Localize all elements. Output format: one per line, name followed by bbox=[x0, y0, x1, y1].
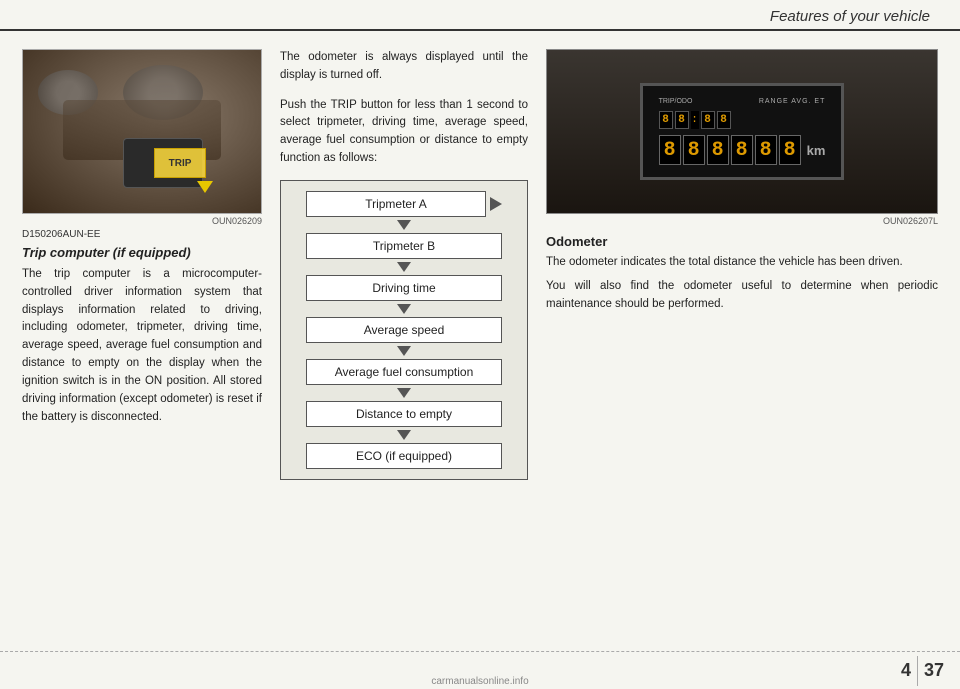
page-footer: carmanualsonline.info 4 37 bbox=[0, 651, 960, 689]
flow-item-driving-time: Driving time bbox=[306, 275, 502, 301]
flow-diagram: Tripmeter A Tripmeter B Driving time Ave… bbox=[280, 180, 528, 480]
trip-computer-body: The trip computer is a microcomputer-con… bbox=[22, 266, 262, 426]
odo-digit-4: 8 bbox=[731, 135, 753, 165]
right-column: TRIP/ODO RANGE AVG. ET 8 8 : 8 8 8 8 bbox=[546, 49, 938, 627]
car-dashboard: TRIP bbox=[23, 50, 261, 213]
flow-arrow-1 bbox=[397, 220, 411, 230]
odo-small-digits-row: 8 8 : 8 8 bbox=[659, 111, 826, 129]
flow-item-tripmeter-a: Tripmeter A bbox=[306, 191, 486, 217]
odo-small-digit-1: 8 bbox=[659, 111, 673, 129]
odo-caption: OUN026207L bbox=[546, 216, 938, 226]
flow-arrow-5 bbox=[397, 388, 411, 398]
trip-arrow bbox=[197, 181, 213, 193]
flow-item-tripmeter-b: Tripmeter B bbox=[306, 233, 502, 259]
odo-top-labels: TRIP/ODO RANGE AVG. ET bbox=[659, 98, 826, 105]
intro-text-1: The odometer is always displayed until t… bbox=[280, 49, 528, 85]
odo-small-digit-3: 8 bbox=[701, 111, 715, 129]
flow-arrow-2 bbox=[397, 262, 411, 272]
odo-label-trip: TRIP/ODO bbox=[659, 98, 693, 105]
flow-item-avg-fuel: Average fuel consumption bbox=[306, 359, 502, 385]
intro-text-2: Push the TRIP button for less than 1 sec… bbox=[280, 97, 528, 168]
flow-arrow-6 bbox=[397, 430, 411, 440]
chapter-number: 4 bbox=[901, 660, 911, 681]
odo-digit-3: 8 bbox=[707, 135, 729, 165]
flow-row-1: Tripmeter A bbox=[306, 191, 502, 217]
trip-computer-title: Trip computer (if equipped) bbox=[22, 245, 262, 260]
page-divider bbox=[917, 656, 918, 686]
odometer-title: Odometer bbox=[546, 234, 938, 249]
flow-item-average-speed: Average speed bbox=[306, 317, 502, 343]
trip-label: TRIP bbox=[169, 158, 192, 169]
odo-small-colon: : bbox=[691, 111, 699, 129]
flow-arrow-4 bbox=[397, 346, 411, 356]
odo-small-digit-2: 8 bbox=[675, 111, 689, 129]
odo-small-digit-4: 8 bbox=[717, 111, 731, 129]
odo-display-box: TRIP/ODO RANGE AVG. ET 8 8 : 8 8 8 8 bbox=[640, 83, 845, 180]
flow-arrow-3 bbox=[397, 304, 411, 314]
trip-button: TRIP bbox=[154, 148, 206, 178]
left-column: TRIP OUN026209 D150206AUN-EE Trip comput… bbox=[22, 49, 262, 627]
car-image: TRIP bbox=[22, 49, 262, 214]
odo-label-range: RANGE AVG. ET bbox=[759, 98, 826, 105]
odo-digit-2: 8 bbox=[683, 135, 705, 165]
flow-right-arrow bbox=[490, 197, 502, 211]
main-content: TRIP OUN026209 D150206AUN-EE Trip comput… bbox=[0, 31, 960, 627]
car-image-label: D150206AUN-EE bbox=[22, 229, 262, 240]
odo-main-digits-row: 8 8 8 8 8 8 km bbox=[659, 135, 826, 165]
header-title: Features of your vehicle bbox=[770, 8, 930, 25]
odo-km-label: km bbox=[807, 143, 826, 158]
page-header: Features of your vehicle bbox=[0, 0, 960, 31]
odo-digit-5: 8 bbox=[755, 135, 777, 165]
odo-digit-1: 8 bbox=[659, 135, 681, 165]
middle-column: The odometer is always displayed until t… bbox=[280, 49, 528, 627]
odometer-body-2: You will also find the odometer useful t… bbox=[546, 278, 938, 314]
car-image-caption: OUN026209 bbox=[22, 216, 262, 226]
flow-item-distance-empty: Distance to empty bbox=[306, 401, 502, 427]
flow-wrapper: Tripmeter A Tripmeter B Driving time Ave… bbox=[281, 181, 527, 479]
odometer-image: TRIP/ODO RANGE AVG. ET 8 8 : 8 8 8 8 bbox=[546, 49, 938, 214]
page-number: 37 bbox=[924, 660, 944, 681]
flow-item-eco: ECO (if equipped) bbox=[306, 443, 502, 469]
odometer-body-1: The odometer indicates the total distanc… bbox=[546, 254, 938, 272]
page-numbers: 4 37 bbox=[901, 656, 944, 686]
watermark: carmanualsonline.info bbox=[431, 676, 528, 687]
odo-digit-6: 8 bbox=[779, 135, 801, 165]
